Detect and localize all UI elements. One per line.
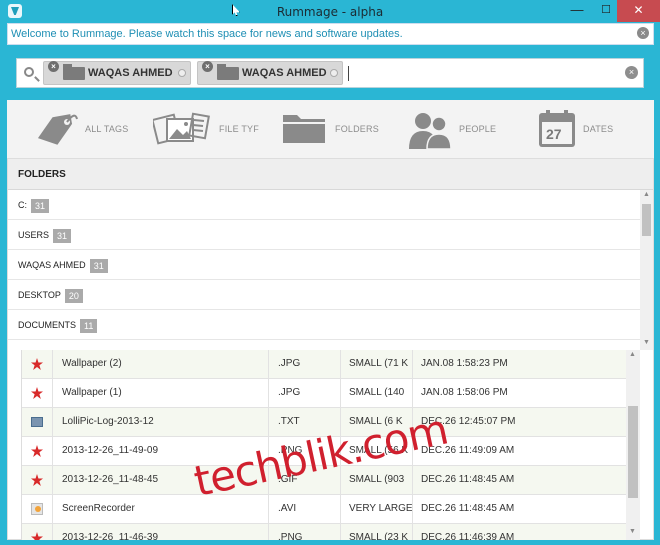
app-window: Rummage - alpha — ☐ ✕ Welcome to Rummage… bbox=[0, 0, 660, 545]
search-token-folder[interactable]: × WAQAS AHMED bbox=[43, 61, 191, 85]
image-file-icon bbox=[31, 532, 43, 540]
text-file-icon bbox=[31, 417, 43, 427]
minimize-button[interactable]: — bbox=[563, 0, 591, 22]
token-handle-icon bbox=[330, 69, 338, 77]
folder-count-badge: 31 bbox=[53, 228, 72, 243]
results-panel: FOLDERS C: 31 USERS 31 WAQAS AHMED 31 DESKT… bbox=[7, 158, 654, 540]
search-input[interactable]: × WAQAS AHMED × WAQAS AHMED × bbox=[16, 58, 644, 88]
close-button[interactable]: ✕ bbox=[617, 0, 660, 22]
file-type: .AVI bbox=[268, 495, 340, 523]
tab-label: FILE TYF bbox=[219, 124, 259, 134]
folders-title: FOLDERS bbox=[18, 169, 66, 180]
token-remove-icon[interactable]: × bbox=[48, 61, 59, 72]
tab-label: PEOPLE bbox=[459, 124, 497, 134]
folder-item[interactable]: DESKTOP 20 bbox=[8, 280, 640, 310]
file-types-icon bbox=[153, 112, 210, 145]
token-label: WAQAS AHMED bbox=[88, 67, 173, 79]
table-row[interactable]: Wallpaper (1) .JPG SMALL (140 JAN.08 1:5… bbox=[22, 379, 626, 408]
file-type: .JPG bbox=[268, 379, 340, 407]
people-icon bbox=[409, 113, 452, 149]
image-file-icon bbox=[31, 387, 43, 399]
folder-name: C: bbox=[18, 200, 27, 210]
folder-count-badge: 31 bbox=[31, 198, 50, 213]
image-file-icon bbox=[31, 358, 43, 370]
maximize-button[interactable]: ☐ bbox=[592, 0, 620, 22]
scroll-up-icon[interactable]: ▲ bbox=[643, 191, 650, 198]
token-handle-icon bbox=[178, 69, 186, 77]
folder-count-badge: 31 bbox=[89, 258, 108, 273]
tab-all-tags[interactable]: ALL TAGS bbox=[33, 100, 143, 158]
table-row[interactable]: 2013-12-26_11-46-39 .PNG SMALL (23 K DEC… bbox=[22, 524, 626, 540]
file-size: VERY LARGE bbox=[340, 495, 412, 523]
news-bar: Welcome to Rummage. Please watch this sp… bbox=[7, 23, 654, 45]
search-icon bbox=[24, 67, 34, 77]
tag-icon bbox=[37, 114, 78, 145]
tab-label: FOLDERS bbox=[335, 124, 379, 134]
folder-name: DESKTOP bbox=[18, 290, 61, 300]
tab-people[interactable]: PEOPLE bbox=[409, 100, 509, 158]
window-title: Rummage - alpha bbox=[276, 5, 384, 19]
calendar-day: 27 bbox=[546, 126, 562, 142]
scroll-up-icon[interactable]: ▲ bbox=[629, 351, 636, 358]
scroll-down-icon[interactable]: ▼ bbox=[629, 528, 636, 535]
folder-count-badge: 20 bbox=[64, 288, 83, 303]
file-name: ScreenRecorder bbox=[62, 503, 135, 514]
category-bar: ALL TAGS FILE TYF FOLDERS PEOPLE 27 DATE… bbox=[7, 100, 654, 158]
tab-dates[interactable]: 27 DATES bbox=[537, 100, 637, 158]
token-remove-icon[interactable]: × bbox=[202, 61, 213, 72]
news-close-icon[interactable]: × bbox=[637, 27, 649, 39]
file-date: JAN.08 1:58:06 PM bbox=[412, 379, 626, 407]
folder-icon bbox=[283, 115, 325, 143]
file-type: .PNG bbox=[268, 524, 340, 540]
tab-label: DATES bbox=[583, 124, 614, 134]
file-date: JAN.08 1:58:23 PM bbox=[412, 350, 626, 378]
folder-item[interactable]: USERS 31 bbox=[8, 220, 640, 250]
folders-scrollbar[interactable]: ▲ ▼ bbox=[640, 190, 653, 350]
image-file-icon bbox=[31, 445, 43, 457]
video-file-icon bbox=[31, 503, 43, 515]
file-date: DEC.26 11:48:45 AM bbox=[412, 495, 626, 523]
folder-item[interactable]: C: 31 bbox=[8, 190, 640, 220]
folder-icon bbox=[217, 64, 239, 80]
file-name: Wallpaper (2) bbox=[62, 358, 122, 369]
table-row[interactable]: ScreenRecorder .AVI VERY LARGE DEC.26 11… bbox=[22, 495, 626, 524]
table-row[interactable]: Wallpaper (2) .JPG SMALL (71 K JAN.08 1:… bbox=[22, 350, 626, 379]
folder-name: DOCUMENTS bbox=[18, 320, 76, 330]
image-file-icon bbox=[31, 474, 43, 486]
tab-file-types[interactable]: FILE TYF bbox=[153, 100, 263, 158]
file-size: SMALL (71 K bbox=[340, 350, 412, 378]
folder-name: USERS bbox=[18, 230, 50, 240]
file-name: LolliPic-Log-2013-12 bbox=[62, 416, 154, 427]
files-scrollbar[interactable]: ▲ ▼ bbox=[626, 350, 640, 540]
search-token-folder[interactable]: × WAQAS AHMED bbox=[197, 61, 343, 85]
title-bar[interactable]: Rummage - alpha — ☐ ✕ bbox=[0, 0, 660, 24]
text-caret bbox=[348, 66, 349, 81]
folder-name: WAQAS AHMED bbox=[18, 260, 86, 270]
file-size: SMALL (23 K bbox=[340, 524, 412, 540]
tab-label: ALL TAGS bbox=[85, 124, 129, 134]
tab-folders[interactable]: FOLDERS bbox=[281, 100, 381, 158]
folder-icon bbox=[63, 64, 85, 80]
folder-list: C: 31 USERS 31 WAQAS AHMED 31 DESKTOP 20 DOC… bbox=[8, 190, 640, 350]
token-label: WAQAS AHMED bbox=[242, 67, 327, 79]
scrollbar-thumb[interactable] bbox=[642, 204, 651, 236]
folder-count-badge: 11 bbox=[80, 318, 98, 333]
scroll-down-icon[interactable]: ▼ bbox=[643, 339, 650, 346]
file-name: Wallpaper (1) bbox=[62, 387, 122, 398]
folder-item[interactable]: DOCUMENTS 11 bbox=[8, 310, 640, 340]
news-text: Welcome to Rummage. Please watch this sp… bbox=[11, 28, 403, 40]
folders-header: FOLDERS bbox=[8, 159, 653, 190]
file-type: .JPG bbox=[268, 350, 340, 378]
scrollbar-thumb[interactable] bbox=[628, 406, 638, 498]
clear-search-icon[interactable]: × bbox=[625, 66, 638, 79]
file-date: DEC.26 11:46:39 AM bbox=[412, 524, 626, 540]
folder-item[interactable]: WAQAS AHMED 31 bbox=[8, 250, 640, 280]
file-name: 2013-12-26_11-46-39 bbox=[62, 532, 159, 540]
file-date: DEC.26 11:48:45 AM bbox=[412, 466, 626, 494]
file-size: SMALL (140 bbox=[340, 379, 412, 407]
